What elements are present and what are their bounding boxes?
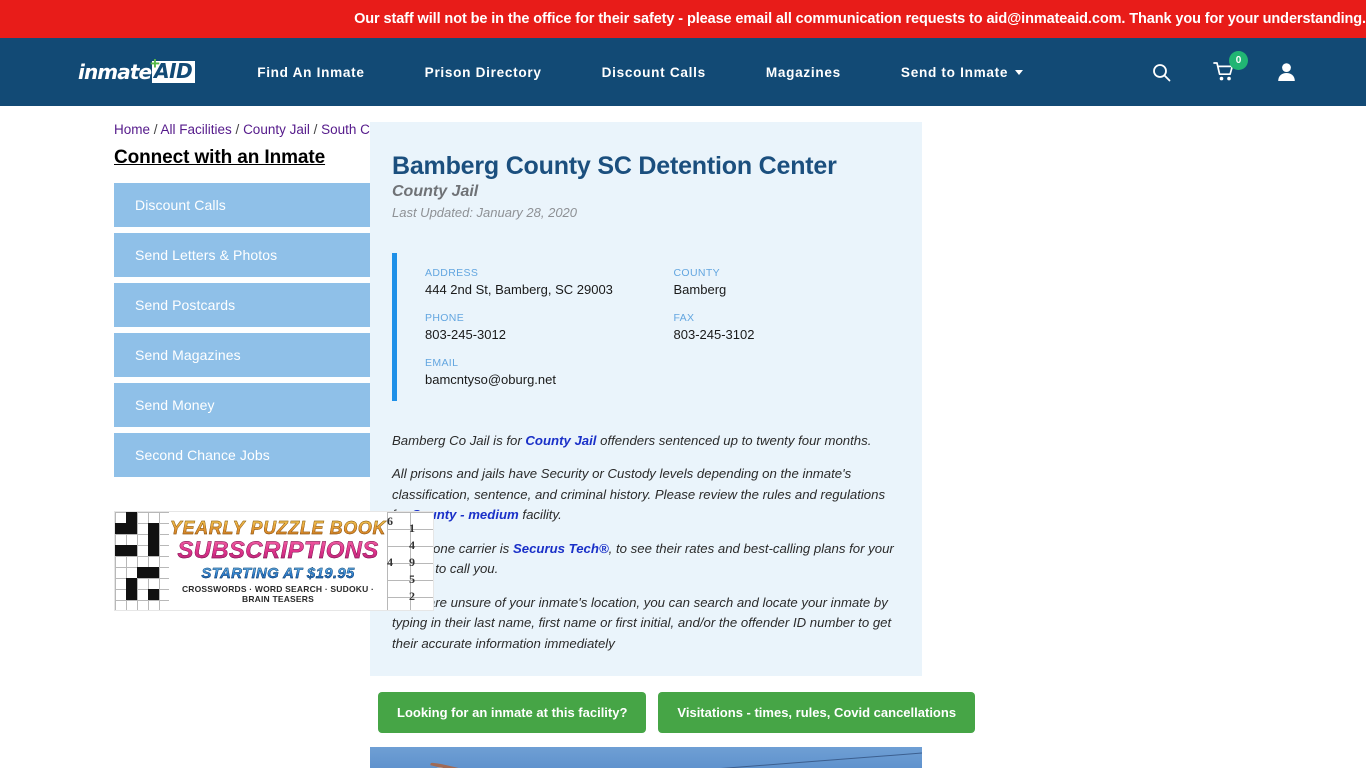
chevron-down-icon (1015, 69, 1024, 75)
breadcrumb-separator: / (309, 122, 322, 137)
sidebar-button-label: Send Postcards (135, 297, 236, 313)
nav-item-send-to-inmate[interactable]: Send to Inmate (900, 64, 1024, 80)
breadcrumb-separator: / (231, 122, 244, 137)
puzzle-ad-line1: YEARLY PUZZLE BOOK (169, 518, 387, 538)
sudoku-number: 4 (409, 538, 415, 552)
paragraph-text-pre: Bamberg Co Jail is for (392, 433, 526, 448)
sudoku-number: 1 (409, 521, 415, 535)
facility-phone-item: PHONE 803-245-3012 (425, 312, 674, 342)
page-body: Home / All Facilities / County Jail / So… (0, 106, 1366, 768)
facility-description: Bamberg Co Jail is for County Jail offen… (370, 431, 922, 654)
cart-count-badge: 0 (1229, 51, 1248, 70)
puzzle-ad-line2: SUBSCRIPTIONS (169, 537, 387, 565)
puzzle-ad-text: YEARLY PUZZLE BOOK SUBSCRIPTIONS STARTIN… (169, 518, 387, 604)
facility-cta-row: Looking for an inmate at this facility? … (370, 692, 976, 734)
facility-phone-value: 803-245-3012 (425, 327, 506, 342)
crossword-grid-decoration (115, 512, 169, 610)
sidebar-button-label: Discount Calls (135, 197, 226, 213)
facility-county-label: COUNTY (673, 267, 720, 279)
facility-address-value: 444 2nd St, Bamberg, SC 29003 (425, 282, 613, 297)
sidebar-button-label: Second Chance Jobs (135, 447, 270, 463)
left-sidebar: Home / All Facilities / County Jail / So… (0, 122, 436, 768)
sudoku-number: 9 (409, 555, 415, 569)
facility-email-value: bamcntyso@oburg.net (425, 372, 556, 387)
facility-paragraph-1: Bamberg Co Jail is for County Jail offen… (392, 431, 900, 451)
breadcrumb-item-all-facilities[interactable]: All Facilities (161, 122, 232, 137)
puzzle-book-ad-banner[interactable]: 6 1 4 4 9 5 2 YEARLY PUZZLE BOOK SUBSCRI… (114, 511, 434, 611)
sidebar-button-label: Send Magazines (135, 347, 241, 363)
facility-email-label: EMAIL (425, 357, 459, 369)
nav-item-send-to-inmate-label: Send to Inmate (900, 64, 1009, 80)
nav-item-prison-directory[interactable]: Prison Directory (425, 65, 542, 80)
puzzle-ad-line3: STARTING AT $19.95 (169, 565, 387, 582)
breadcrumb-item-home[interactable]: Home (114, 122, 150, 137)
sidebar-heading: Connect with an Inmate (114, 147, 326, 168)
logo-text-inmate: inmate (78, 60, 152, 84)
paragraph-text-post: offenders sentenced up to twenty four mo… (596, 433, 872, 448)
facility-card-header: Bamberg County SC Detention Center Count… (370, 152, 922, 220)
logo-plus-icon: + (150, 54, 160, 73)
facility-info-card: Bamberg County SC Detention Center Count… (370, 122, 922, 677)
facility-address-label: ADDRESS (425, 267, 479, 279)
facility-fax-label: FAX (673, 312, 695, 324)
facility-county-value: Bamberg (673, 282, 727, 297)
facility-paragraph-2: All prisons and jails have Security or C… (392, 464, 900, 525)
breadcrumb-item-county-jail[interactable]: County Jail (243, 122, 310, 137)
facility-county-item: COUNTY Bamberg (674, 267, 923, 297)
nav-item-find-an-inmate[interactable]: Find An Inmate (257, 65, 364, 80)
site-alert-banner: Our staff will not be in the office for … (0, 0, 1366, 38)
sudoku-number: 6 (387, 514, 393, 528)
nav-icon-group: 0 (1152, 51, 1296, 82)
sidebar-button-label: Send Money (135, 397, 215, 413)
looking-for-inmate-button[interactable]: Looking for an inmate at this facility? (378, 692, 647, 734)
facility-contact-block: ADDRESS 444 2nd St, Bamberg, SC 29003 PH… (392, 253, 922, 401)
facility-email-item: EMAIL bamcntyso@oburg.net (425, 357, 674, 387)
puzzle-ad-line4: CROSSWORDS · WORD SEARCH · SUDOKU · BRAI… (181, 584, 375, 604)
sidebar-button-label: Send Letters & Photos (135, 247, 278, 263)
breadcrumb-separator: / (150, 122, 161, 137)
nav-links: Find An Inmate Prison Directory Discount… (257, 64, 1024, 80)
link-county-jail[interactable]: County Jail (525, 433, 596, 448)
sudoku-grid-decoration: 6 1 4 4 9 5 2 (387, 512, 433, 610)
site-alert-text: Our staff will not be in the office for … (354, 11, 1366, 27)
search-icon[interactable] (1152, 63, 1171, 82)
facility-contact-column-right: COUNTY Bamberg FAX 803-245-3102 (674, 267, 923, 387)
facility-address-item: ADDRESS 444 2nd St, Bamberg, SC 29003 (425, 267, 674, 297)
facility-paragraph-3: The phone carrier is Securus Tech®, to s… (392, 539, 900, 580)
facility-fax-item: FAX 803-245-3102 (674, 312, 923, 342)
breadcrumb: Home / All Facilities / County Jail / So… (114, 122, 410, 137)
nav-item-magazines[interactable]: Magazines (766, 65, 841, 80)
facility-phone-label: PHONE (425, 312, 465, 324)
visitations-button[interactable]: Visitations - times, rules, Covid cancel… (658, 692, 976, 734)
paragraph-text-post: facility. (518, 507, 562, 523)
facility-paragraph-4: If you are unsure of your inmate's locat… (392, 593, 900, 654)
sudoku-number: 2 (409, 589, 415, 603)
sudoku-number: 5 (409, 572, 415, 586)
link-securus-tech[interactable]: Securus Tech® (513, 541, 609, 556)
main-content: Bamberg County SC Detention Center Count… (370, 122, 976, 768)
cart-icon[interactable]: 0 (1213, 51, 1248, 82)
facility-contact-column-left: ADDRESS 444 2nd St, Bamberg, SC 29003 PH… (425, 267, 674, 387)
page-title: Bamberg County SC Detention Center (392, 152, 837, 180)
facility-last-updated: Last Updated: January 28, 2020 (392, 205, 578, 220)
facility-photo (370, 747, 922, 768)
nav-item-discount-calls[interactable]: Discount Calls (602, 65, 706, 80)
user-account-icon[interactable] (1277, 62, 1296, 82)
facility-type: County Jail (392, 183, 479, 200)
paragraph-text-pre: If you are unsure of your inmate's locat… (392, 594, 892, 651)
site-logo[interactable]: inmate + AID (78, 55, 196, 84)
main-navbar: inmate + AID Find An Inmate Prison Direc… (0, 38, 1366, 106)
sudoku-number: 4 (387, 555, 393, 569)
facility-fax-value: 803-245-3102 (673, 327, 755, 342)
